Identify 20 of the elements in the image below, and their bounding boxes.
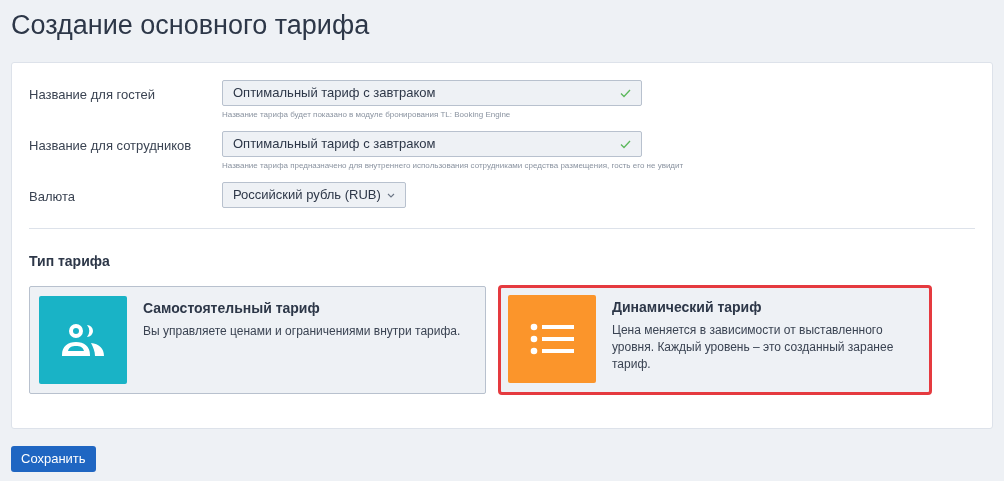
field-hint: Название тарифа будет показано в модуле бронирования TL: Booking Engine: [222, 109, 511, 121]
tariff-option-card[interactable]: Динамический тариф Цена меняется в зависимости от выставленного уровня. Каждый уровень – это созданный заранее тариф.: [498, 285, 932, 395]
text-field[interactable]: Оптимальный тариф с завтраком: [222, 131, 642, 157]
caret-icon: [386, 192, 395, 198]
option-description: Цена меняется в зависимости от выставленного уровня. Каждый уровень – это созданный заранее тариф.: [612, 322, 895, 373]
field-label: Название для сотрудников: [29, 138, 192, 153]
people-icon: [60, 323, 106, 357]
save-button[interactable]: Сохранить: [11, 446, 96, 472]
page-title: Создание основного тарифа: [11, 9, 370, 42]
currency-dropdown[interactable]: Российский рубль (RUB): [222, 182, 406, 208]
field-hint: Название тарифа предназначено для внутреннего использования сотрудниками средства размещения, гость его не увидит: [222, 160, 684, 172]
tariff-option-card[interactable]: Самостоятельный тариф Вы управляете ценами и ограничениями внутри тарифа.: [29, 286, 486, 394]
field-label: Название для гостей: [29, 87, 155, 102]
field-label: Валюта: [29, 189, 75, 204]
text-field[interactable]: Оптимальный тариф с завтраком: [222, 80, 642, 106]
list-icon: [530, 323, 574, 355]
option-title: Динамический тариф: [612, 298, 762, 317]
section-heading: Тип тарифа: [29, 252, 110, 271]
option-description: Вы управляете ценами и ограничениями внутри тарифа.: [143, 323, 461, 340]
option-title: Самостоятельный тариф: [143, 299, 320, 318]
